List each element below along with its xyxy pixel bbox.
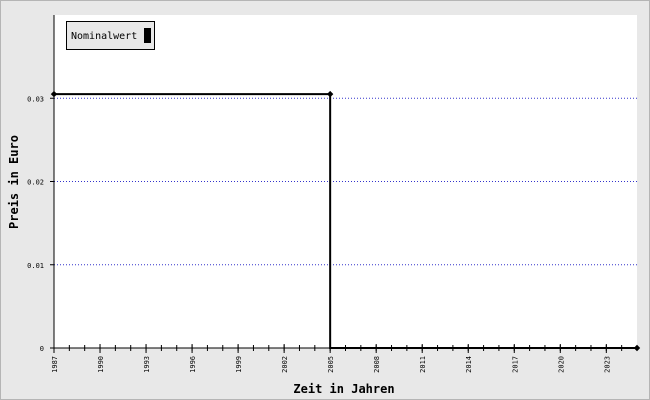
x-tick-label: 1987 <box>51 356 59 373</box>
x-tick-label: 2011 <box>419 356 427 373</box>
legend: Nominalwert <box>66 21 155 50</box>
x-tick-label: 2002 <box>281 356 289 373</box>
legend-swatch-nominalwert <box>144 28 151 43</box>
x-tick-label: 2014 <box>465 356 473 373</box>
x-tick-label: 1990 <box>97 356 105 373</box>
y-tick-label: 0.03 <box>27 95 44 103</box>
x-tick-label: 2020 <box>557 356 565 373</box>
x-axis-label: Zeit in Jahren <box>293 382 395 396</box>
y-tick-label: 0 <box>40 345 44 353</box>
legend-label-nominalwert: Nominalwert <box>71 31 138 42</box>
x-tick-label: 2005 <box>327 356 335 373</box>
chart-frame: 0 0.01 0.02 0.03 1987 1990 1993 1996 1999 2002 200… <box>0 0 650 400</box>
x-tick-label: 2023 <box>603 356 611 373</box>
y-tick-label: 0.01 <box>27 262 44 270</box>
y-axis-label: Preis in Euro <box>7 135 21 229</box>
x-tick-label: 1993 <box>143 356 151 373</box>
y-tick-label: 0.02 <box>27 179 44 187</box>
x-tick-label: 2017 <box>511 356 519 373</box>
x-tick-label: 1999 <box>235 356 243 373</box>
chart-canvas: 0 0.01 0.02 0.03 1987 1990 1993 1996 1999 2002 200… <box>27 15 641 373</box>
x-tick-label: 2008 <box>373 356 381 373</box>
x-tick-label: 1996 <box>189 356 197 373</box>
